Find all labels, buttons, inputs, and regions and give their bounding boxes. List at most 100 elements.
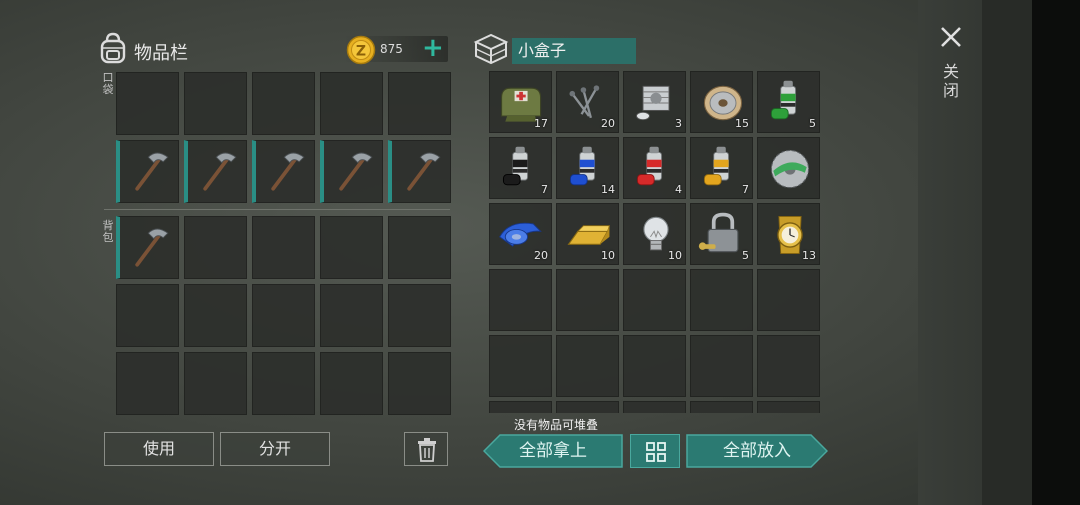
- item-slot[interactable]: 7: [690, 137, 753, 199]
- empty-slot[interactable]: [556, 401, 619, 413]
- empty-slot[interactable]: [252, 284, 315, 347]
- backpack-icon: [100, 32, 126, 64]
- item-slot[interactable]: 20: [556, 71, 619, 133]
- empty-slot[interactable]: [556, 335, 619, 397]
- item-quantity: 3: [675, 117, 682, 130]
- item-quantity: 17: [534, 117, 548, 130]
- empty-slot[interactable]: [623, 335, 686, 397]
- empty-slot[interactable]: [489, 401, 552, 413]
- use-button[interactable]: 使用: [104, 432, 214, 466]
- empty-slot[interactable]: [489, 335, 552, 397]
- container-grid: 17 20 3 15 5 7 14 4 7 20 10 10 5 13: [489, 71, 820, 413]
- item-quantity: 15: [735, 117, 749, 130]
- pickaxe-icon: [135, 152, 169, 191]
- item-slot[interactable]: 10: [623, 203, 686, 265]
- item-slot[interactable]: [252, 140, 315, 203]
- coin-display: Z 875 +: [344, 33, 448, 65]
- empty-slot[interactable]: [320, 72, 383, 135]
- put-all-label: 全部放入: [723, 441, 791, 461]
- empty-slot[interactable]: [690, 269, 753, 331]
- item-quantity: 5: [809, 117, 816, 130]
- item-slot[interactable]: 17: [489, 71, 552, 133]
- no-stack-message: 没有物品可堆叠: [514, 418, 599, 432]
- item-slot[interactable]: 7: [489, 137, 552, 199]
- pickaxe-icon: [339, 152, 373, 191]
- item-quantity: 7: [541, 183, 548, 196]
- item-quantity: 5: [742, 249, 749, 262]
- item-slot[interactable]: 20: [489, 203, 552, 265]
- empty-slot[interactable]: [184, 352, 247, 415]
- box-icon: [473, 33, 509, 65]
- empty-slot[interactable]: [388, 72, 451, 135]
- item-slot[interactable]: 3: [623, 71, 686, 133]
- empty-slot[interactable]: [757, 401, 820, 413]
- trash-icon: [418, 438, 436, 462]
- empty-slot[interactable]: [252, 352, 315, 415]
- item-slot[interactable]: 5: [690, 203, 753, 265]
- screen-edge: [1032, 0, 1080, 505]
- put-all-button[interactable]: 全部放入: [686, 434, 828, 468]
- item-slot[interactable]: 14: [556, 137, 619, 199]
- empty-slot[interactable]: [690, 401, 753, 413]
- container-name: 小盒子: [512, 38, 636, 64]
- empty-slot[interactable]: [116, 352, 179, 415]
- item-quantity: 20: [601, 117, 615, 130]
- item-slot[interactable]: 5: [757, 71, 820, 133]
- take-all-button[interactable]: 全部拿上: [483, 434, 623, 468]
- item-slot[interactable]: 10: [556, 203, 619, 265]
- empty-slot[interactable]: [623, 401, 686, 413]
- empty-slot[interactable]: [489, 269, 552, 331]
- empty-slot[interactable]: [690, 335, 753, 397]
- split-button[interactable]: 分开: [220, 432, 330, 466]
- empty-slot[interactable]: [320, 216, 383, 279]
- section-divider: [104, 209, 450, 210]
- container-scroll-area[interactable]: 17 20 3 15 5 7 14 4 7 20 10 10 5 13: [487, 69, 823, 413]
- svg-text:Z: Z: [356, 44, 366, 60]
- empty-slot[interactable]: [184, 284, 247, 347]
- close-label: 关闭: [942, 62, 959, 100]
- empty-slot[interactable]: [116, 72, 179, 135]
- empty-slot[interactable]: [252, 72, 315, 135]
- pickaxe-icon: [407, 152, 441, 191]
- empty-slot[interactable]: [388, 216, 451, 279]
- item-quantity: 13: [802, 249, 816, 262]
- close-icon: [941, 27, 961, 47]
- coin-count: 875: [380, 42, 403, 56]
- close-button[interactable]: 关闭: [934, 20, 968, 106]
- inventory-title: 物品栏: [134, 43, 188, 64]
- item-slot[interactable]: 15: [690, 71, 753, 133]
- coin-icon: Z: [346, 35, 376, 65]
- empty-slot[interactable]: [320, 352, 383, 415]
- pocket-label: 口袋: [102, 71, 114, 96]
- sort-button[interactable]: [630, 434, 680, 468]
- empty-slot[interactable]: [184, 72, 247, 135]
- empty-slot[interactable]: [623, 269, 686, 331]
- trash-button[interactable]: [404, 432, 448, 466]
- item-slot[interactable]: [320, 140, 383, 203]
- item-slot[interactable]: [116, 140, 179, 203]
- item-slot[interactable]: [184, 140, 247, 203]
- item-quantity: 14: [601, 183, 615, 196]
- empty-slot[interactable]: [388, 284, 451, 347]
- empty-slot[interactable]: [320, 284, 383, 347]
- empty-slot[interactable]: [184, 216, 247, 279]
- empty-slot[interactable]: [556, 269, 619, 331]
- empty-slot[interactable]: [757, 269, 820, 331]
- item-slot[interactable]: 4: [623, 137, 686, 199]
- empty-slot[interactable]: [252, 216, 315, 279]
- inventory-header: 物品栏 Z 875 +: [98, 32, 448, 68]
- empty-slot[interactable]: [388, 352, 451, 415]
- pocket-grid: [116, 72, 451, 203]
- item-quantity: 4: [675, 183, 682, 196]
- pickaxe-icon: [203, 152, 237, 191]
- add-coins-button[interactable]: +: [422, 33, 444, 63]
- item-slot[interactable]: [388, 140, 451, 203]
- item-slot[interactable]: [757, 137, 820, 199]
- item-slot[interactable]: 13: [757, 203, 820, 265]
- take-all-label: 全部拿上: [519, 441, 587, 461]
- pickaxe-icon: [135, 228, 169, 267]
- empty-slot[interactable]: [757, 335, 820, 397]
- empty-slot[interactable]: [116, 284, 179, 347]
- item-slot[interactable]: [116, 216, 179, 279]
- backpack-grid: [116, 216, 451, 415]
